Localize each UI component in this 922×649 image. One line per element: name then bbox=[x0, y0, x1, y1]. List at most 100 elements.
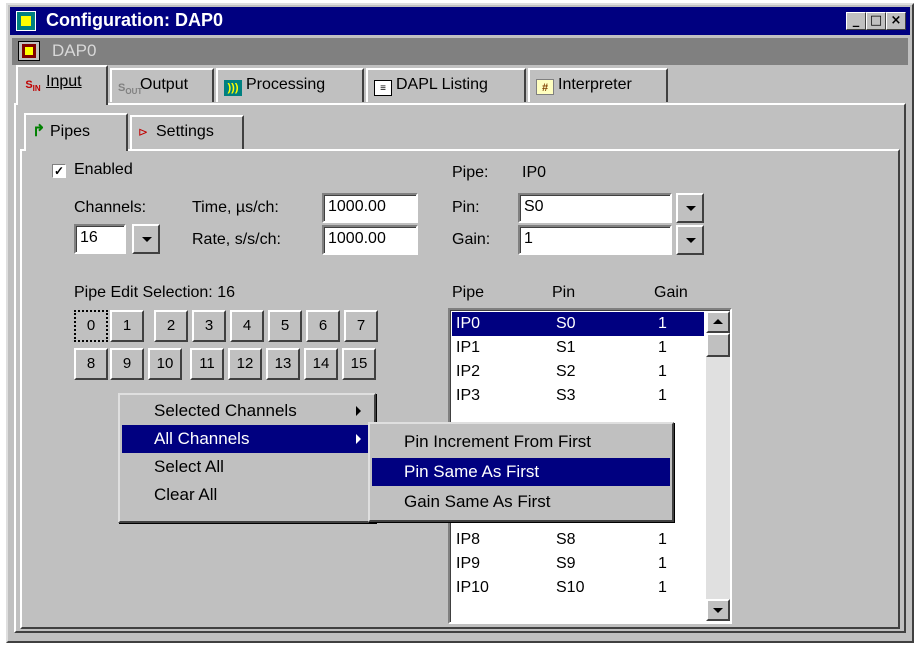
channel-button-3[interactable]: 3 bbox=[192, 310, 226, 342]
scroll-thumb[interactable] bbox=[706, 333, 730, 357]
tab-input[interactable]: SIN Input bbox=[16, 65, 108, 105]
tab-dapl-listing[interactable]: ≡ DAPL Listing bbox=[366, 68, 526, 102]
time-label: Time, µs/ch: bbox=[192, 199, 279, 216]
tab-label: Pipes bbox=[50, 123, 91, 140]
list-item[interactable]: IP0 S0 1 bbox=[452, 312, 704, 336]
channel-button-4[interactable]: 4 bbox=[230, 310, 264, 342]
pin-field[interactable]: S0 bbox=[518, 193, 672, 223]
gain-dropdown-button[interactable] bbox=[676, 225, 704, 255]
scroll-down-button[interactable] bbox=[706, 599, 730, 621]
processing-icon: ))) bbox=[224, 80, 242, 96]
submenu-arrow-icon bbox=[356, 406, 361, 416]
list-scrollbar[interactable] bbox=[706, 311, 730, 621]
list-item[interactable]: IP8 S8 1 bbox=[452, 528, 704, 552]
list-item[interactable]: IP1 S1 1 bbox=[452, 336, 704, 360]
list-cell-gain: 1 bbox=[658, 531, 667, 548]
tab-settings[interactable]: ⊳ Settings bbox=[130, 115, 244, 149]
minimize-button[interactable]: _ bbox=[846, 12, 866, 30]
list-cell-pipe: IP1 bbox=[456, 339, 481, 356]
channel-button-9[interactable]: 9 bbox=[110, 348, 144, 380]
tab-pipes[interactable]: ↱ Pipes bbox=[24, 113, 128, 151]
tab-label: DAPL Listing bbox=[396, 76, 488, 93]
title-bar[interactable]: Configuration: DAP0 _ □ × bbox=[10, 7, 910, 35]
tab-interpreter[interactable]: # Interpreter bbox=[528, 68, 668, 102]
submenu-arrow-icon bbox=[356, 434, 361, 444]
app-icon[interactable] bbox=[16, 11, 36, 31]
menu-item-gain-same-as-first[interactable]: Gain Same As First bbox=[372, 488, 670, 516]
close-button[interactable]: × bbox=[886, 12, 906, 30]
scroll-up-button[interactable] bbox=[706, 311, 730, 333]
list-cell-gain: 1 bbox=[658, 315, 667, 332]
pipe-value: IP0 bbox=[522, 164, 547, 181]
channels-dropdown-button[interactable] bbox=[132, 224, 160, 254]
channel-button-7[interactable]: 7 bbox=[344, 310, 378, 342]
list-item[interactable]: IP9 S9 1 bbox=[452, 552, 704, 576]
list-cell-pipe: IP8 bbox=[456, 531, 481, 548]
channel-button-14[interactable]: 14 bbox=[304, 348, 338, 380]
channel-button-10[interactable]: 10 bbox=[148, 348, 182, 380]
channel-button-8[interactable]: 8 bbox=[74, 348, 108, 380]
channel-button-1[interactable]: 1 bbox=[110, 310, 144, 342]
pin-dropdown-button[interactable] bbox=[676, 193, 704, 223]
list-cell-pin: S2 bbox=[556, 363, 576, 380]
column-header-pin[interactable]: Pin bbox=[552, 284, 575, 302]
tab-processing[interactable]: ))) Processing bbox=[216, 68, 364, 102]
enabled-label: Enabled bbox=[74, 161, 133, 178]
tab-label: Output bbox=[140, 76, 189, 93]
listing-icon: ≡ bbox=[374, 80, 392, 96]
channel-button-5[interactable]: 5 bbox=[268, 310, 302, 342]
list-cell-gain: 1 bbox=[658, 579, 667, 596]
settings-icon: ⊳ bbox=[138, 125, 149, 139]
list-item[interactable]: IP10 S10 1 bbox=[452, 576, 704, 600]
channel-button-15[interactable]: 15 bbox=[342, 348, 376, 380]
channel-button-13[interactable]: 13 bbox=[266, 348, 300, 380]
enabled-checkbox[interactable]: ✓ bbox=[52, 164, 66, 178]
column-header-pipe[interactable]: Pipe bbox=[452, 284, 484, 302]
list-cell-gain: 1 bbox=[658, 387, 667, 404]
menu-item-pin-same-as-first[interactable]: Pin Same As First bbox=[372, 458, 670, 486]
pipe-edit-selection-label: Pipe Edit Selection: 16 bbox=[74, 284, 235, 301]
list-item[interactable]: IP2 S2 1 bbox=[452, 360, 704, 384]
time-field[interactable]: 1000.00 bbox=[322, 193, 418, 223]
rate-label: Rate, s/s/ch: bbox=[192, 231, 281, 248]
device-title: DAP0 bbox=[52, 41, 97, 60]
tab-output[interactable]: SOUTOutput bbox=[110, 68, 214, 102]
list-cell-gain: 1 bbox=[658, 363, 667, 380]
tab-label: Interpreter bbox=[558, 76, 632, 93]
channel-button-2[interactable]: 2 bbox=[154, 310, 188, 342]
device-bar: DAP0 bbox=[12, 38, 908, 65]
channel-button-12[interactable]: 12 bbox=[228, 348, 262, 380]
list-cell-pin: S0 bbox=[556, 315, 576, 332]
list-cell-pipe: IP10 bbox=[456, 579, 489, 596]
gain-field[interactable]: 1 bbox=[518, 225, 672, 255]
list-cell-gain: 1 bbox=[658, 555, 667, 572]
list-cell-pin: S3 bbox=[556, 387, 576, 404]
context-menu: Selected Channels All Channels Select Al… bbox=[118, 393, 376, 523]
column-header-gain[interactable]: Gain bbox=[654, 284, 688, 302]
rate-field[interactable]: 1000.00 bbox=[322, 225, 418, 255]
list-cell-pipe: IP0 bbox=[456, 315, 481, 332]
list-cell-pin: S10 bbox=[556, 579, 585, 596]
menu-item-pin-increment-from-first[interactable]: Pin Increment From First bbox=[372, 428, 670, 456]
channels-label: Channels: bbox=[74, 199, 147, 216]
list-cell-pipe: IP3 bbox=[456, 387, 481, 404]
pipe-icon: ↱ bbox=[32, 123, 46, 140]
output-icon: SOUT bbox=[118, 82, 143, 97]
pipe-label: Pipe: bbox=[452, 164, 489, 181]
interpreter-icon: # bbox=[536, 79, 554, 95]
channel-button-6[interactable]: 6 bbox=[306, 310, 340, 342]
gain-label: Gain: bbox=[452, 231, 491, 248]
menu-item-clear-all[interactable]: Clear All bbox=[122, 481, 372, 509]
all-channels-submenu: Pin Increment From First Pin Same As Fir… bbox=[368, 422, 674, 522]
channel-button-11[interactable]: 11 bbox=[190, 348, 224, 380]
menu-item-select-all[interactable]: Select All bbox=[122, 453, 372, 481]
input-icon: SIN bbox=[25, 79, 41, 94]
list-item[interactable]: IP3 S3 1 bbox=[452, 384, 704, 408]
channel-button-0[interactable]: 0 bbox=[74, 310, 108, 342]
maximize-button[interactable]: □ bbox=[866, 12, 886, 30]
list-cell-pipe: IP9 bbox=[456, 555, 481, 572]
channels-field[interactable]: 16 bbox=[74, 224, 126, 254]
menu-item-all-channels[interactable]: All Channels bbox=[122, 425, 372, 453]
pin-label: Pin: bbox=[452, 199, 480, 216]
menu-item-selected-channels[interactable]: Selected Channels bbox=[122, 397, 372, 425]
